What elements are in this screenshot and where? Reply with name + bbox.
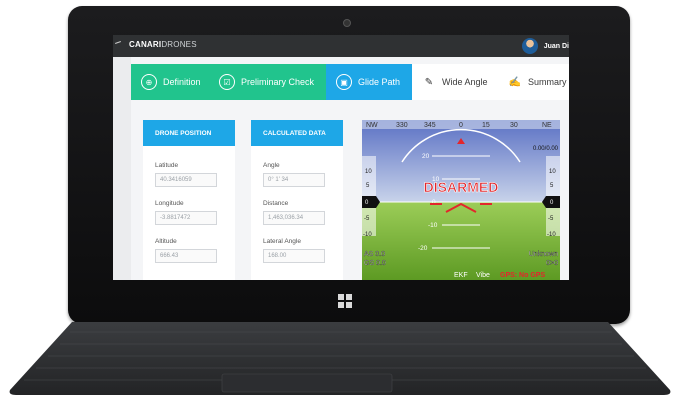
latitude-label: Latitude [155,162,179,169]
hud-ground [362,202,560,280]
tab-definition[interactable]: ⊕ Definition [131,64,209,100]
tab-label: Glide Path [358,77,401,87]
menu-icon[interactable] [115,41,121,44]
pencil-icon: ✎ [424,76,434,88]
brand-bold: CANARI [129,40,162,49]
calculated-data-panel: CALCULATED DATA Angle 0° 1' 34 Distance … [251,120,343,280]
top-right-readout: 0.00/0.00 [533,146,559,152]
pitch-label: -20 [418,245,428,252]
edit-icon: ✍ [508,76,522,88]
speed-label: 10 [365,169,372,175]
heading-label: 0 [459,122,463,129]
airspeed-readout: AS 0.0 [364,251,385,258]
panel-title: DRONE POSITION [143,120,235,146]
angle-label: Angle [263,162,280,169]
altitude-label: -10 [547,232,556,238]
tab-preliminary-check[interactable]: ☑ Preliminary Check [209,64,326,100]
heading-label: NW [366,122,378,129]
tab-summary[interactable]: ✍ Summary [498,64,569,100]
heading-label: 345 [424,122,436,129]
tab-glide-path[interactable]: ▣ Glide Path [326,64,412,100]
trackpad[interactable] [221,373,393,393]
brand-logo: CANARIDRONES [129,40,197,49]
heading-label: 330 [396,122,408,129]
altitude-field[interactable]: 666.43 [155,249,217,263]
top-bar: CANARIDRONES Juan Di [113,35,569,57]
distance-field[interactable]: 1,463,036.34 [263,211,325,225]
altitude-label: -5 [548,216,554,222]
image-icon: ▣ [336,74,352,90]
user-menu[interactable]: Juan Di [521,37,569,55]
speed-label: -5 [364,216,370,222]
distance-label: Distance [263,200,289,207]
pitch-label: 20 [422,153,430,160]
wizard-tabs: ⊕ Definition ☑ Preliminary Check ▣ Glide… [131,64,569,100]
tab-label: Wide Angle [442,77,488,87]
tab-label: Preliminary Check [241,77,315,87]
heading-label: 30 [510,122,518,129]
altitude-label: Altitude [155,238,177,245]
altitude-label: 10 [549,169,556,175]
pitch-label: -10 [428,222,438,229]
lateral-angle-field[interactable]: 168.00 [263,249,325,263]
checkbox-icon: ☑ [219,74,235,90]
mode-readout: Unknown [529,251,558,258]
crosshair-icon: ⊕ [141,74,157,90]
angle-field[interactable]: 0° 1' 34 [263,173,325,187]
tab-label: Summary [528,77,567,87]
camera-lens [343,19,351,27]
flight-hud: NW 330 345 0 15 30 NE 10 5 0 -5 -10 10 5… [362,120,560,280]
sidebar-strip [113,57,131,280]
speed-label: -10 [363,232,372,238]
panel-title: CALCULATED DATA [251,120,343,146]
heading-label: 15 [482,122,490,129]
drone-position-panel: DRONE POSITION Latitude 40.3416059 Longi… [143,120,235,280]
ekf-indicator: EKF [454,272,468,279]
lateral-angle-label: Lateral Angle [263,238,301,245]
hud-svg: NW 330 345 0 15 30 NE 10 5 0 -5 -10 10 5… [362,120,560,280]
keyboard-cover [9,322,671,395]
latitude-field[interactable]: 40.3416059 [155,173,217,187]
waypoint-readout: 0>0 [546,260,558,267]
tab-wide-angle[interactable]: ✎ Wide Angle [412,64,498,100]
longitude-field[interactable]: -3.8817472 [155,211,217,225]
heading-label: NE [542,122,552,129]
vibe-indicator: Vibe [476,272,490,279]
arming-status: DISARMED [424,179,499,195]
longitude-label: Longitude [155,200,184,207]
brand-light: DRONES [161,40,197,49]
tab-label: Definition [163,77,201,87]
groundspeed-readout: GS 0.0 [364,260,386,267]
avatar[interactable] [521,38,538,54]
user-name: Juan Di [543,42,569,50]
windows-logo-icon[interactable] [338,294,352,308]
gps-indicator: GPS: No GPS [500,272,545,279]
